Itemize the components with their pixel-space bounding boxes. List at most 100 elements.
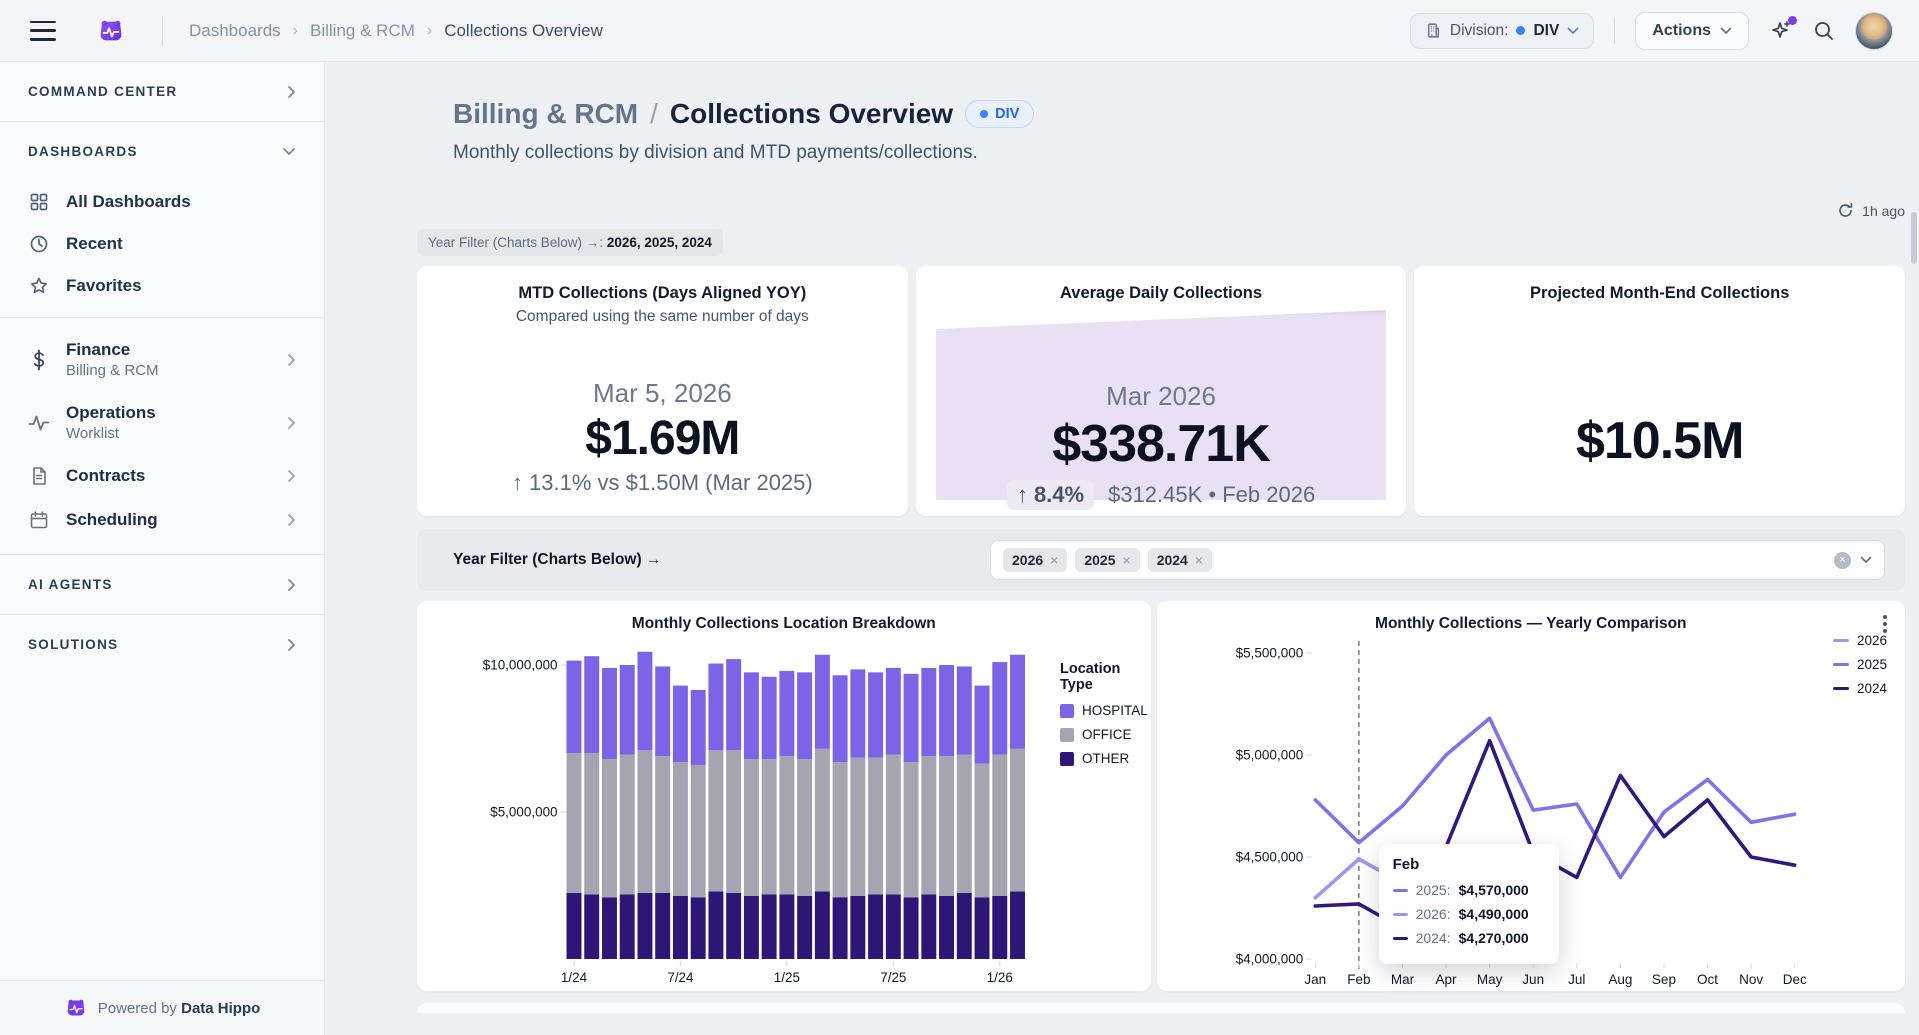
bar-segment-office-1-24[interactable] <box>567 753 582 893</box>
sidebar-item-contracts[interactable]: Contracts <box>0 454 324 498</box>
bar-segment-other-8-25[interactable] <box>904 897 919 959</box>
sidebar-item-recent[interactable]: Recent <box>0 223 324 265</box>
bar-segment-office-10-24[interactable] <box>726 750 741 893</box>
remove-chip-icon[interactable]: × <box>1050 552 1058 568</box>
bar-segment-office-11-25[interactable] <box>957 755 972 893</box>
bar-segment-office-5-25[interactable] <box>850 758 865 896</box>
bar-segment-hospital-9-25[interactable] <box>921 668 936 756</box>
bar-segment-other-4-24[interactable] <box>620 894 635 959</box>
bar-segment-office-1-25[interactable] <box>779 756 794 894</box>
bar-segment-hospital-1-26[interactable] <box>992 662 1007 755</box>
bar-segment-office-9-24[interactable] <box>708 750 723 891</box>
bar-segment-office-3-25[interactable] <box>815 749 830 892</box>
legend-item-2025[interactable]: 2025 <box>1833 657 1887 672</box>
legend-item-2024[interactable]: 2024 <box>1833 681 1887 696</box>
division-selector[interactable]: Division: DIV <box>1410 13 1594 49</box>
user-avatar[interactable] <box>1855 12 1893 50</box>
bar-segment-hospital-6-25[interactable] <box>868 672 883 757</box>
bar-segment-hospital-12-24[interactable] <box>762 677 777 759</box>
bar-segment-office-8-25[interactable] <box>904 762 919 897</box>
bar-segment-hospital-2-25[interactable] <box>797 672 812 759</box>
bar-segment-other-12-24[interactable] <box>762 894 777 959</box>
sidebar-item-command-center[interactable]: COMMAND CENTER <box>0 62 324 121</box>
bar-segment-hospital-2-26[interactable] <box>1010 655 1025 749</box>
bar-segment-other-11-24[interactable] <box>744 896 759 959</box>
bar-segment-other-2-26[interactable] <box>1010 891 1025 959</box>
bar-segment-other-8-24[interactable] <box>691 897 706 959</box>
bar-segment-other-12-25[interactable] <box>975 897 990 959</box>
bar-segment-other-1-25[interactable] <box>779 894 794 959</box>
refresh-icon[interactable] <box>1837 202 1854 219</box>
bar-segment-hospital-10-25[interactable] <box>939 665 954 756</box>
year-chip-2025[interactable]: 2025× <box>1075 548 1139 572</box>
bar-segment-hospital-5-25[interactable] <box>850 669 865 757</box>
sidebar-item-favorites[interactable]: Favorites <box>0 265 324 307</box>
bar-segment-hospital-3-25[interactable] <box>815 655 830 749</box>
bar-segment-hospital-4-25[interactable] <box>833 675 848 762</box>
bar-segment-other-11-25[interactable] <box>957 893 972 959</box>
breadcrumb-billing-rcm[interactable]: Billing & RCM <box>310 21 415 41</box>
legend-item-other[interactable]: OTHER <box>1060 751 1151 766</box>
bar-segment-hospital-1-25[interactable] <box>779 671 794 756</box>
bar-segment-hospital-7-24[interactable] <box>673 686 688 762</box>
bar-segment-office-9-25[interactable] <box>921 756 936 894</box>
bar-segment-office-6-24[interactable] <box>655 756 670 893</box>
bar-segment-other-5-24[interactable] <box>637 893 652 959</box>
bar-segment-office-8-24[interactable] <box>691 765 706 897</box>
bar-segment-office-5-24[interactable] <box>637 750 652 893</box>
bar-segment-office-2-25[interactable] <box>797 759 812 896</box>
sidebar-item-solutions[interactable]: SOLUTIONS <box>0 615 324 674</box>
bar-segment-other-3-25[interactable] <box>815 891 830 959</box>
bar-segment-office-4-24[interactable] <box>620 755 635 895</box>
bar-segment-hospital-8-24[interactable] <box>691 690 706 765</box>
legend-item-office[interactable]: OFFICE <box>1060 727 1151 742</box>
app-logo-icon[interactable] <box>96 16 126 46</box>
bar-segment-hospital-6-24[interactable] <box>655 666 670 756</box>
bar-segment-other-10-25[interactable] <box>939 896 954 959</box>
bar-segment-other-2-24[interactable] <box>584 894 599 959</box>
remove-chip-icon[interactable]: × <box>1195 552 1203 568</box>
bar-segment-hospital-4-24[interactable] <box>620 665 635 755</box>
bar-segment-office-12-24[interactable] <box>762 759 777 894</box>
bar-segment-hospital-7-25[interactable] <box>886 668 901 755</box>
bar-segment-office-4-25[interactable] <box>833 762 848 897</box>
bar-segment-office-11-24[interactable] <box>744 759 759 896</box>
scrollbar-thumb[interactable] <box>1911 212 1917 264</box>
breadcrumb-dashboards[interactable]: Dashboards <box>189 21 281 41</box>
bar-segment-office-7-24[interactable] <box>673 762 688 896</box>
year-chip-2024[interactable]: 2024× <box>1148 548 1212 572</box>
bar-segment-other-1-24[interactable] <box>567 893 582 959</box>
bar-segment-hospital-10-24[interactable] <box>726 659 741 750</box>
bar-segment-other-7-25[interactable] <box>886 894 901 959</box>
bar-segment-hospital-9-24[interactable] <box>708 664 723 751</box>
bar-segment-hospital-3-24[interactable] <box>602 668 617 759</box>
bar-segment-office-2-24[interactable] <box>584 753 599 894</box>
search-button[interactable] <box>1813 20 1835 42</box>
remove-chip-icon[interactable]: × <box>1123 552 1131 568</box>
bar-segment-office-1-26[interactable] <box>992 755 1007 896</box>
year-filter-select[interactable]: 2026× 2025× 2024× × <box>990 540 1885 580</box>
legend-item-hospital[interactable]: HOSPITAL <box>1060 703 1151 718</box>
sidebar-item-scheduling[interactable]: Scheduling <box>0 498 324 542</box>
bar-segment-other-2-25[interactable] <box>797 896 812 959</box>
bar-segment-office-6-25[interactable] <box>868 758 883 895</box>
sidebar-section-dashboards[interactable]: DASHBOARDS <box>0 122 324 181</box>
sidebar-item-operations[interactable]: OperationsWorklist <box>0 391 324 454</box>
bar-segment-other-4-25[interactable] <box>833 897 848 959</box>
legend-item-2026[interactable]: 2026 <box>1833 633 1887 648</box>
bar-segment-hospital-5-24[interactable] <box>637 652 652 750</box>
year-chip-2026[interactable]: 2026× <box>1003 548 1067 572</box>
ai-sparkles-button[interactable] <box>1769 19 1793 43</box>
bar-segment-other-9-25[interactable] <box>921 894 936 959</box>
chevron-down-icon[interactable] <box>1860 556 1872 564</box>
bar-segment-other-10-24[interactable] <box>726 893 741 959</box>
bar-segment-hospital-1-24[interactable] <box>567 661 582 754</box>
clear-all-icon[interactable]: × <box>1834 552 1851 569</box>
bar-segment-other-3-24[interactable] <box>602 897 617 959</box>
bar-segment-office-10-25[interactable] <box>939 756 954 896</box>
sidebar-item-finance[interactable]: FinanceBilling & RCM <box>0 328 324 391</box>
bar-segment-hospital-11-25[interactable] <box>957 666 972 754</box>
bar-segment-other-6-24[interactable] <box>655 893 670 959</box>
bar-segment-hospital-12-25[interactable] <box>975 686 990 764</box>
bar-segment-other-5-25[interactable] <box>850 896 865 959</box>
